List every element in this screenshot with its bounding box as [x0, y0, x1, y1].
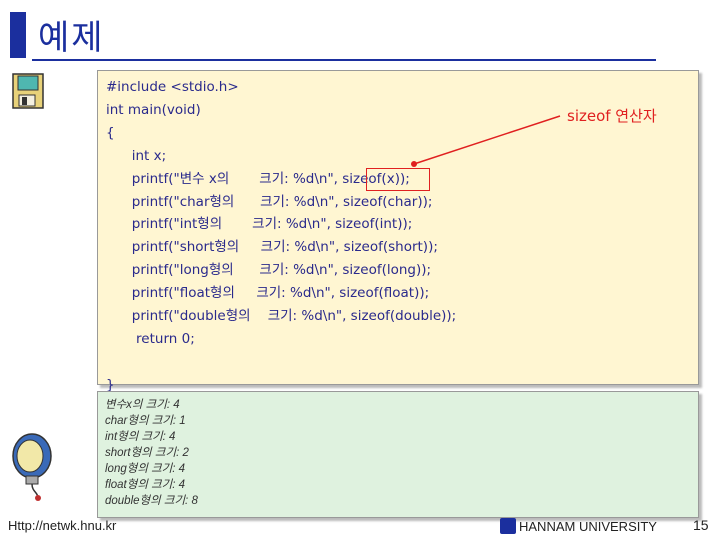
output-line: long형의 크기: 4 [105, 463, 186, 475]
slide-title: 예제 [38, 18, 105, 58]
university-logo-icon [500, 518, 516, 534]
page-number: 15 [693, 517, 709, 533]
output-line: 변수x의 크기: 4 [105, 399, 180, 411]
output-line: int형의 크기: 4 [105, 431, 176, 443]
code-line: printf("double형의 크기: %d\n", sizeof(doubl… [106, 308, 457, 325]
output-line: char형의 크기: 1 [105, 415, 186, 427]
code-line: printf("float형의 크기: %d\n", sizeof(float)… [106, 285, 430, 302]
output-line: double형의 크기: 8 [105, 495, 198, 507]
code-line: return 0; [106, 330, 195, 347]
code-line: printf("long형의 크기: %d\n", sizeof(long)); [106, 262, 432, 279]
code-line: printf("short형의 크기: %d\n", sizeof(short)… [106, 239, 438, 256]
sizeof-annotation: sizeof 연산자 [567, 107, 657, 125]
title-accent-bar [10, 12, 26, 58]
output-line: float형의 크기: 4 [105, 479, 186, 491]
footer-university: HANNAM UNIVERSITY [500, 518, 657, 534]
floppy-disk-icon [12, 73, 44, 109]
console-output-panel: 변수x의 크기: 4 char형의 크기: 1 int형의 크기: 4 short형의… [97, 391, 699, 518]
console-output: 변수x의 크기: 4 char형의 크기: 1 int형의 크기: 4 short형의… [105, 397, 198, 509]
code-panel: #include <stdio.h> int main(void){ int x;… [97, 70, 699, 393]
footer-url[interactable]: Http://netwk.hnu.kr [8, 518, 116, 533]
annotation-arrow [411, 115, 561, 167]
output-line: short형의 크기: 2 [105, 447, 189, 459]
monitor-icon [12, 433, 52, 501]
university-name: HANNAM UNIVERSITY [519, 518, 657, 534]
title-divider [32, 59, 656, 61]
